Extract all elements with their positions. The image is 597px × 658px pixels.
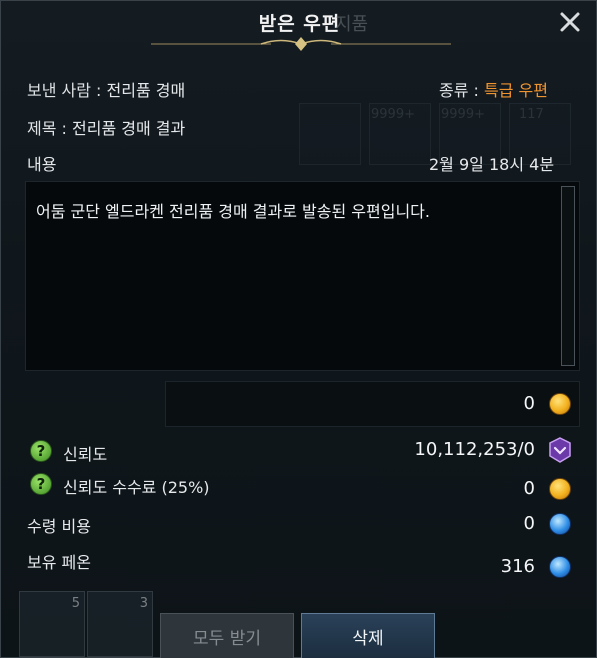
mail-body-text: 어둠 군단 엘드라켄 전리품 경매 결과로 발송된 우편입니다. xyxy=(36,202,430,221)
trust-fee-help-icon[interactable]: ? xyxy=(30,473,52,495)
mail-type-value: 특급 우편 xyxy=(484,81,548,100)
receive-cost-value: 0 xyxy=(523,513,535,534)
content-label: 내용 xyxy=(27,155,57,174)
close-button[interactable] xyxy=(553,5,587,39)
title-ghost-text: 지품 xyxy=(335,14,369,35)
item-slot-count: 3 xyxy=(139,596,148,611)
peon-icon xyxy=(549,513,571,535)
window-title: 받은 우편 xyxy=(258,13,341,35)
trust-help-icon[interactable]: ? xyxy=(30,440,52,462)
receive-cost-label: 수령 비용 xyxy=(27,517,91,536)
mail-body-box: 어둠 군단 엘드라켄 전리품 경매 결과로 발송된 우편입니다. xyxy=(25,181,580,371)
ghost-count: 9999+ xyxy=(441,107,485,122)
trust-fee-label: 신뢰도 수수료 (25%) xyxy=(63,478,210,497)
ghost-count: 9999+ xyxy=(371,107,415,122)
trust-fee-value: 0 xyxy=(523,478,535,499)
close-icon xyxy=(560,12,580,32)
mail-body-scrollbar[interactable] xyxy=(561,186,575,366)
item-slot: 3 xyxy=(87,591,153,657)
gold-coin-icon xyxy=(549,478,571,500)
mail-type-row: 종류 : 특급 우편 xyxy=(439,77,548,101)
receive-all-button[interactable]: 모두 받기 xyxy=(160,613,294,658)
sender-value: 전리품 경매 xyxy=(106,81,186,100)
trust-badge-icon xyxy=(549,437,571,463)
title-ornament-icon xyxy=(151,37,451,51)
ghost-count: 117 xyxy=(519,107,544,122)
sender-label: 보낸 사람 : xyxy=(27,81,102,100)
trust-value: 10,112,253/0 xyxy=(414,439,535,460)
delete-button[interactable]: 삭제 xyxy=(301,613,435,658)
peon-icon xyxy=(549,556,571,578)
sender-row: 보낸 사람 : 전리품 경매 xyxy=(27,77,185,101)
trust-label: 신뢰도 xyxy=(63,445,108,464)
title-bar: 받은 우편 지품 xyxy=(1,1,597,51)
subject-label: 제목 : xyxy=(27,119,67,138)
owned-peon-value: 316 xyxy=(500,556,535,577)
mail-window: 9999+ 9999+ 117 Lv.3 Lv.4 Lv.4 받은 우편 지품 … xyxy=(0,0,597,658)
item-slot: 5 xyxy=(19,591,85,657)
subject-row: 제목 : 전리품 경매 결과 xyxy=(27,115,185,139)
gold-coin-icon xyxy=(549,393,571,415)
mail-date: 2월 9일 18시 4분 xyxy=(429,155,555,174)
attachment-gold-amount: 0 xyxy=(523,393,535,414)
owned-peon-label: 보유 페온 xyxy=(27,553,91,572)
mail-type-label: 종류 : xyxy=(439,81,479,100)
subject-value: 전리품 경매 결과 xyxy=(72,119,186,138)
item-slot-count: 5 xyxy=(71,596,80,611)
